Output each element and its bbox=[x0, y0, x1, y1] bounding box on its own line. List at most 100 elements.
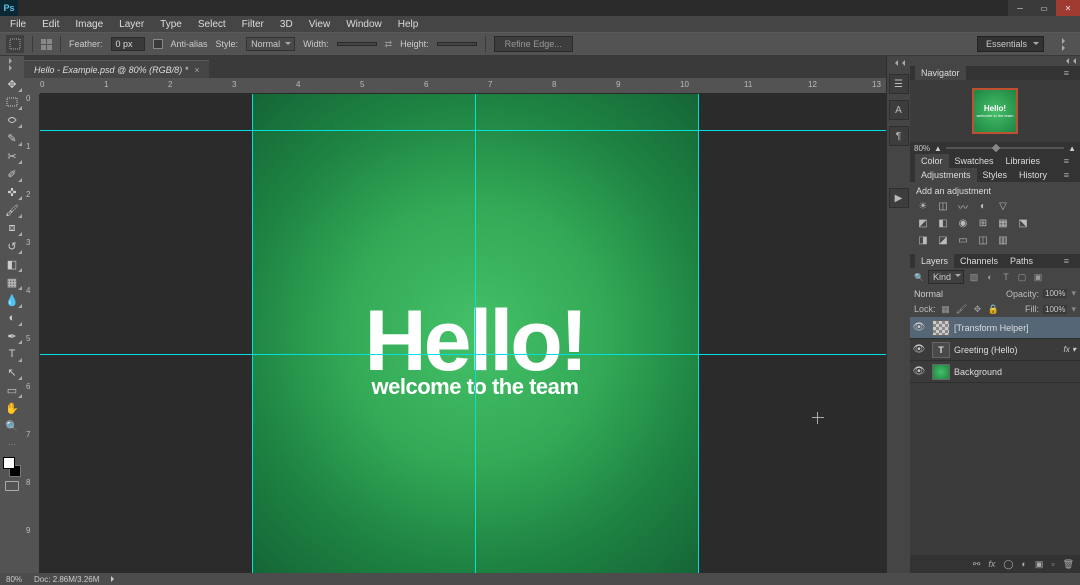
antialias-checkbox[interactable] bbox=[153, 39, 163, 49]
menu-edit[interactable]: Edit bbox=[34, 19, 67, 30]
layer-row[interactable]: 👁TGreeting (Hello)fx ▾ bbox=[910, 339, 1080, 361]
photo-filter-icon[interactable]: ◉ bbox=[956, 216, 970, 230]
refine-edge-button[interactable]: Refine Edge... bbox=[494, 36, 573, 52]
menu-type[interactable]: Type bbox=[152, 19, 190, 30]
brush-tool[interactable]: 🖌 bbox=[1, 201, 23, 219]
zoom-out-icon[interactable]: ▲ bbox=[934, 144, 942, 153]
adjustments-tab[interactable]: Adjustments bbox=[915, 168, 977, 182]
visibility-icon[interactable]: 👁 bbox=[910, 366, 928, 377]
panel-menu-icon[interactable]: ≡ bbox=[1058, 168, 1075, 182]
healing-tool[interactable]: ✜ bbox=[1, 183, 23, 201]
guide-vertical[interactable] bbox=[698, 94, 699, 573]
zoom-in-icon[interactable]: ▲ bbox=[1068, 144, 1076, 153]
zoom-value[interactable]: 80% bbox=[914, 144, 930, 153]
edit-toolbar[interactable]: ⋯ bbox=[1, 435, 23, 453]
brightness-icon[interactable]: ☀ bbox=[916, 199, 930, 213]
libraries-tab[interactable]: Libraries bbox=[1000, 154, 1047, 168]
layer-mask-icon[interactable]: ◯ bbox=[1003, 559, 1013, 570]
status-doc-size[interactable]: Doc: 2.86M/3.26M bbox=[34, 575, 99, 584]
actions-panel-icon[interactable]: ▶ bbox=[889, 188, 909, 208]
collapse-panels-icon[interactable] bbox=[1056, 38, 1074, 51]
filter-kind-dropdown[interactable]: Kind bbox=[928, 270, 964, 284]
bw-icon[interactable]: ◧ bbox=[936, 216, 950, 230]
style-dropdown[interactable]: Normal bbox=[246, 37, 295, 51]
menu-filter[interactable]: Filter bbox=[234, 19, 272, 30]
marquee-tool[interactable] bbox=[1, 93, 23, 111]
document-tab[interactable]: Hello - Example.psd @ 80% (RGB/8) * × bbox=[24, 60, 209, 78]
crop-tool[interactable]: ✂ bbox=[1, 147, 23, 165]
canvas-stage[interactable]: Hello! welcome to the team bbox=[40, 94, 886, 573]
hue-icon[interactable]: ◩ bbox=[916, 216, 930, 230]
layer-thumbnail[interactable]: T bbox=[932, 342, 950, 358]
visibility-icon[interactable]: 👁 bbox=[910, 322, 928, 333]
blur-tool[interactable]: 💧 bbox=[1, 291, 23, 309]
path-tool[interactable]: ↖ bbox=[1, 363, 23, 381]
layers-list[interactable]: 👁[Transform Helper]👁TGreeting (Hello)fx … bbox=[910, 317, 1080, 555]
gradient-tool[interactable]: ▦ bbox=[1, 273, 23, 291]
layer-name[interactable]: Background bbox=[954, 367, 1080, 377]
color-swatches[interactable] bbox=[1, 457, 23, 477]
new-group-icon[interactable]: ▣ bbox=[1035, 559, 1044, 570]
status-menu-icon[interactable] bbox=[111, 576, 117, 582]
zoom-slider[interactable] bbox=[946, 147, 1064, 149]
layer-name[interactable]: [Transform Helper] bbox=[954, 323, 1080, 333]
more-icon[interactable]: ▥ bbox=[996, 233, 1010, 247]
eyedropper-tool[interactable]: ✐ bbox=[1, 165, 23, 183]
menu-window[interactable]: Window bbox=[338, 19, 390, 30]
history-brush-tool[interactable]: ↺ bbox=[1, 237, 23, 255]
opacity-value[interactable]: 100% bbox=[1043, 289, 1067, 298]
type-tool[interactable]: T bbox=[1, 345, 23, 363]
navigator-tab[interactable]: Navigator bbox=[915, 66, 966, 80]
curves-icon[interactable]: 〰 bbox=[956, 199, 970, 213]
paragraph-panel-icon[interactable]: ¶ bbox=[889, 126, 909, 146]
navigator-thumbnail[interactable]: Hello!welcome to the team bbox=[972, 88, 1018, 134]
menu-view[interactable]: View bbox=[301, 19, 339, 30]
swatches-tab[interactable]: Swatches bbox=[949, 154, 1000, 168]
stamp-tool[interactable]: ⧈ bbox=[1, 219, 23, 237]
panel-menu-icon[interactable]: ≡ bbox=[1058, 154, 1075, 168]
close-tab-icon[interactable]: × bbox=[194, 65, 199, 75]
filter-shape-icon[interactable]: ▢ bbox=[1016, 271, 1028, 283]
styles-tab[interactable]: Styles bbox=[977, 168, 1014, 182]
layer-row[interactable]: 👁 Background bbox=[910, 361, 1080, 383]
filter-search-icon[interactable]: 🔍 bbox=[914, 273, 924, 282]
tool-preset-icon[interactable] bbox=[6, 35, 24, 53]
color-tab[interactable]: Color bbox=[915, 154, 949, 168]
filter-pixel-icon[interactable]: ▧ bbox=[968, 271, 980, 283]
eraser-tool[interactable]: ◧ bbox=[1, 255, 23, 273]
menu-help[interactable]: Help bbox=[390, 19, 427, 30]
shape-tool[interactable]: ▭ bbox=[1, 381, 23, 399]
selective-color-icon[interactable]: ◫ bbox=[976, 233, 990, 247]
new-fill-icon[interactable]: ◐ bbox=[1021, 559, 1026, 569]
layer-fx-badge[interactable]: fx ▾ bbox=[1064, 345, 1080, 354]
exposure-icon[interactable]: ◐ bbox=[976, 199, 990, 213]
navigator-body[interactable]: Hello!welcome to the team bbox=[910, 80, 1080, 142]
lock-all-icon[interactable]: 🔒 bbox=[988, 303, 1000, 315]
filter-smart-icon[interactable]: ▣ bbox=[1032, 271, 1044, 283]
guide-vertical[interactable] bbox=[252, 94, 253, 573]
layer-style-icon[interactable]: fx bbox=[988, 559, 995, 569]
workspace-dropdown[interactable]: Essentials bbox=[977, 36, 1044, 52]
visibility-icon[interactable]: 👁 bbox=[910, 344, 928, 355]
zoom-tool[interactable]: 🔍 bbox=[1, 417, 23, 435]
gradient-map-icon[interactable]: ▭ bbox=[956, 233, 970, 247]
feather-input[interactable]: 0 px bbox=[111, 37, 145, 51]
layer-thumbnail[interactable] bbox=[932, 364, 950, 380]
invert-icon[interactable]: ⬔ bbox=[1016, 216, 1030, 230]
color-lookup-icon[interactable]: ▦ bbox=[996, 216, 1010, 230]
history-tab[interactable]: History bbox=[1013, 168, 1053, 182]
guide-horizontal[interactable] bbox=[40, 130, 886, 131]
ruler-horizontal[interactable]: 012345678910111213 bbox=[40, 78, 886, 94]
channel-mixer-icon[interactable]: ⊞ bbox=[976, 216, 990, 230]
channels-tab[interactable]: Channels bbox=[954, 254, 1004, 268]
close-button[interactable]: ✕ bbox=[1056, 0, 1080, 16]
dodge-tool[interactable]: ◐ bbox=[1, 309, 23, 327]
layers-tab[interactable]: Layers bbox=[915, 254, 954, 268]
ruler-vertical[interactable]: 012345678910 bbox=[24, 94, 40, 573]
filter-type-icon[interactable]: T bbox=[1000, 271, 1012, 283]
quick-mask-button[interactable] bbox=[1, 477, 23, 495]
maximize-button[interactable]: ▭ bbox=[1032, 0, 1056, 16]
lock-pixels-icon[interactable]: 🖌 bbox=[956, 303, 968, 315]
link-layers-icon[interactable]: ⚯ bbox=[973, 559, 981, 570]
history-panel-icon[interactable]: ☰ bbox=[889, 74, 909, 94]
